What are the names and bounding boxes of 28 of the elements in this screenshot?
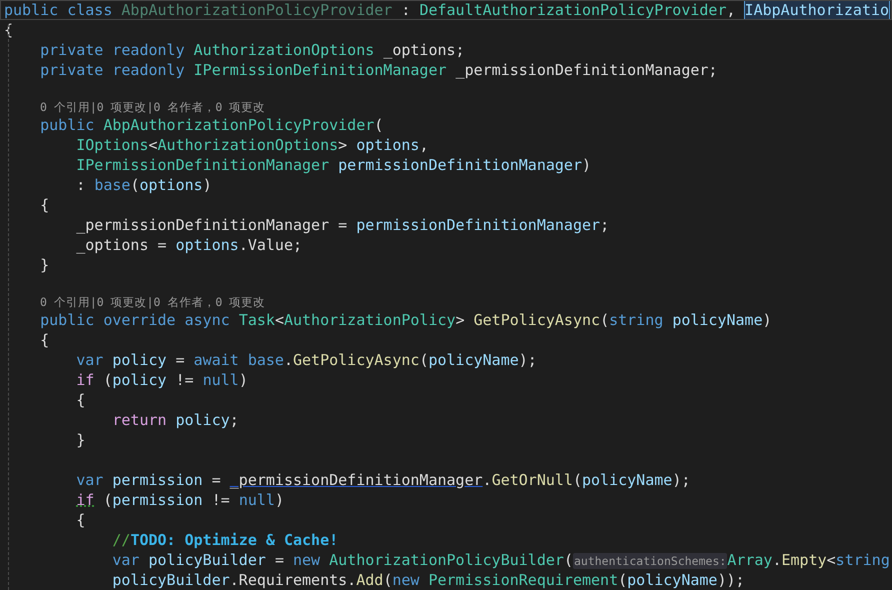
code-line: if (permission != null)	[75, 490, 285, 510]
code-line: {	[39, 330, 50, 350]
code-line: policyBuilder.Requirements.Add(new PermissionRequirement(policyName));	[111, 570, 746, 590]
code-line: public class AbpAuthorizationPolicyProvider : DefaultAuthorizationPolicyProvider, IAbpAuthorizatio	[0, 0, 892, 20]
code-lens[interactable]: 0 个引用|0 项更改|0 名作者，0 项更改	[0, 100, 892, 115]
code-line: }	[75, 430, 86, 450]
code-line: private readonly IPermissionDefinitionManager _permissionDefinitionManager;	[39, 60, 718, 80]
code-line: private readonly AuthorizationOptions _options;	[39, 40, 466, 60]
code-line: var permission = _permissionDefinitionManager.GetOrNull(policyName);	[75, 470, 692, 490]
code-line: }	[39, 255, 50, 275]
code-lens[interactable]: 0 个引用|0 项更改|0 名作者，0 项更改	[0, 295, 892, 310]
inline-hint: authenticationSchemes:	[572, 553, 728, 569]
code-line: //TODO: Optimize & Cache!	[111, 530, 340, 550]
code-line: public AbpAuthorizationPolicyProvider(	[39, 115, 384, 135]
code-line: var policyBuilder = new AuthorizationPolicyBuilder(authenticationSchemes:Array.Empty<string	[111, 550, 891, 570]
code-line: {	[39, 195, 50, 215]
code-line: IPermissionDefinitionManager permissionDefinitionManager)	[75, 155, 592, 175]
code-line: {	[75, 390, 86, 410]
code-line: var policy = await base.GetPolicyAsync(policyName);	[75, 350, 538, 370]
selected-text: IAbpAuthorizatio	[744, 1, 890, 19]
code-line: {	[75, 510, 86, 530]
code-line: : base(options)	[75, 175, 213, 195]
code-line: _permissionDefinitionManager = permissionDefinitionManager;	[75, 215, 610, 235]
code-line: _options = options.Value;	[75, 235, 304, 255]
code-line: if (policy != null)	[75, 370, 249, 390]
code-line: IOptions<AuthorizationOptions> options,	[75, 135, 430, 155]
code-line: return policy;	[111, 410, 240, 430]
code-line: public override async Task<AuthorizationPolicy> GetPolicyAsync(string policyName)	[39, 310, 773, 330]
